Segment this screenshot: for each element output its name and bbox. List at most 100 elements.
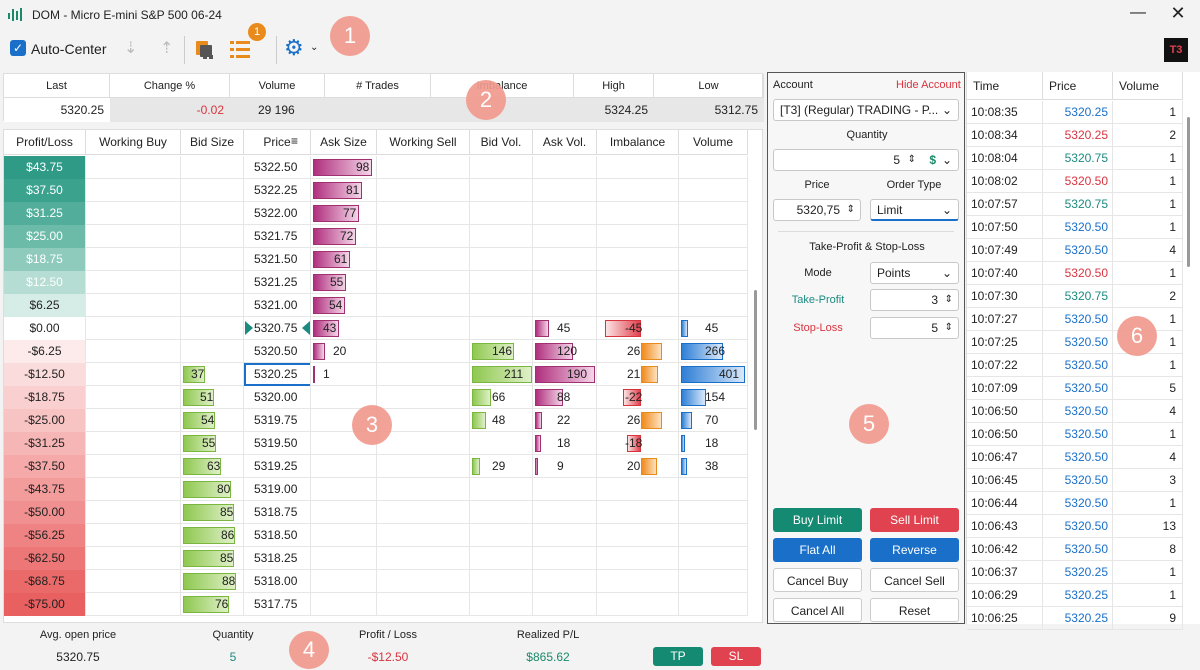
bid-size-cell[interactable]: 63 [181, 455, 244, 478]
ts-scrollbar[interactable] [1187, 117, 1190, 267]
bid-size-cell[interactable]: 85 [181, 547, 244, 570]
chevron-down-icon[interactable]: ⌄ [942, 150, 952, 170]
working-buy-cell[interactable] [86, 501, 181, 524]
chevron-down-icon[interactable]: ⌄ [310, 42, 318, 53]
ask-size-cell[interactable]: 54 [311, 294, 377, 317]
price-cell[interactable]: 5320.75 [244, 317, 311, 340]
working-sell-cell[interactable] [377, 455, 470, 478]
column-header[interactable]: Working Buy [86, 130, 181, 155]
working-buy-cell[interactable] [86, 225, 181, 248]
filter-icon[interactable]: ≡ [291, 134, 298, 148]
working-buy-cell[interactable] [86, 156, 181, 179]
ask-size-cell[interactable] [311, 570, 377, 593]
cancel-sell-button[interactable]: Cancel Sell [870, 568, 959, 592]
reset-button[interactable]: Reset [870, 598, 959, 622]
bid-size-cell[interactable]: 54 [181, 409, 244, 432]
working-sell-cell[interactable] [377, 363, 470, 386]
working-sell-cell[interactable] [377, 248, 470, 271]
working-sell-cell[interactable] [377, 432, 470, 455]
bid-size-cell[interactable]: 88 [181, 570, 244, 593]
working-buy-cell[interactable] [86, 248, 181, 271]
working-buy-cell[interactable] [86, 294, 181, 317]
bid-size-cell[interactable] [181, 317, 244, 340]
bid-size-cell[interactable] [181, 179, 244, 202]
quantity-input[interactable]: 5 ⇕ $ ⌄ [773, 149, 959, 171]
bid-size-cell[interactable]: 85 [181, 501, 244, 524]
price-cell[interactable]: 5320.25 [244, 363, 311, 386]
bid-size-cell[interactable]: 86 [181, 524, 244, 547]
price-cell[interactable]: 5321.25 [244, 271, 311, 294]
column-header[interactable]: Bid Vol. [470, 130, 533, 155]
ts-column-header[interactable]: Volume [1113, 72, 1183, 100]
working-sell-cell[interactable] [377, 156, 470, 179]
stepper-icon[interactable]: ⇕ [945, 290, 953, 310]
working-buy-cell[interactable] [86, 317, 181, 340]
ask-size-cell[interactable] [311, 593, 377, 616]
bid-size-cell[interactable]: 37 [181, 363, 244, 386]
working-sell-cell[interactable] [377, 202, 470, 225]
working-buy-cell[interactable] [86, 409, 181, 432]
working-sell-cell[interactable] [377, 478, 470, 501]
bid-size-cell[interactable] [181, 294, 244, 317]
reverse-button[interactable]: Reverse [870, 538, 959, 562]
bid-size-cell[interactable] [181, 248, 244, 271]
column-header[interactable]: Ask Size [311, 130, 377, 155]
price-cell[interactable]: 5320.00 [244, 386, 311, 409]
ask-size-cell[interactable]: 55 [311, 271, 377, 294]
ask-size-cell[interactable]: 77 [311, 202, 377, 225]
working-sell-cell[interactable] [377, 501, 470, 524]
ask-size-cell[interactable] [311, 524, 377, 547]
price-cell[interactable]: 5322.00 [244, 202, 311, 225]
working-buy-cell[interactable] [86, 570, 181, 593]
price-cell[interactable]: 5319.25 [244, 455, 311, 478]
working-buy-cell[interactable] [86, 179, 181, 202]
price-cell[interactable]: 5322.25 [244, 179, 311, 202]
bid-size-cell[interactable]: 55 [181, 432, 244, 455]
buy-limit-button[interactable]: Buy Limit [773, 508, 862, 532]
ask-size-cell[interactable]: 20 [311, 340, 377, 363]
ts-column-header[interactable]: Time [967, 72, 1043, 100]
order-type-select[interactable]: Limit ⌄ [870, 199, 959, 221]
column-header[interactable]: Volume [679, 130, 748, 155]
column-header[interactable]: Imbalance [597, 130, 679, 155]
working-sell-cell[interactable] [377, 271, 470, 294]
working-sell-cell[interactable] [377, 225, 470, 248]
price-cell[interactable]: 5317.75 [244, 593, 311, 616]
dom-scrollbar[interactable] [754, 290, 757, 430]
working-sell-cell[interactable] [377, 340, 470, 363]
ask-size-cell[interactable] [311, 547, 377, 570]
bid-size-cell[interactable] [181, 156, 244, 179]
stepper-icon[interactable]: ⇕ [945, 318, 953, 338]
working-buy-cell[interactable] [86, 271, 181, 294]
scroll-up-icon[interactable]: ⇡ [160, 38, 173, 58]
bid-size-cell[interactable] [181, 340, 244, 363]
gear-icon[interactable]: ⚙ [284, 35, 304, 61]
bid-size-cell[interactable] [181, 271, 244, 294]
minimize-button[interactable]: — [1128, 4, 1148, 22]
price-cell[interactable]: 5319.50 [244, 432, 311, 455]
ask-size-cell[interactable] [311, 478, 377, 501]
working-sell-cell[interactable] [377, 547, 470, 570]
working-sell-cell[interactable] [377, 524, 470, 547]
bid-size-cell[interactable]: 76 [181, 593, 244, 616]
cancel-buy-button[interactable]: Cancel Buy [773, 568, 862, 592]
ask-size-cell[interactable]: 61 [311, 248, 377, 271]
sl-button[interactable]: SL [711, 647, 761, 666]
working-buy-cell[interactable] [86, 593, 181, 616]
tp-button[interactable]: TP [653, 647, 703, 666]
stop-loss-input[interactable]: 5 ⇕ [870, 317, 959, 339]
hide-account-link[interactable]: Hide Account [896, 79, 961, 91]
stepper-icon[interactable]: ⇕ [847, 200, 855, 220]
price-input[interactable]: 5320,75 ⇕ [773, 199, 861, 221]
bid-size-cell[interactable] [181, 225, 244, 248]
ask-size-cell[interactable]: 43 [311, 317, 377, 340]
sell-limit-button[interactable]: Sell Limit [870, 508, 959, 532]
column-header[interactable]: Bid Size [181, 130, 244, 155]
stepper-icon[interactable]: ⇕ [908, 150, 916, 170]
working-buy-cell[interactable] [86, 524, 181, 547]
price-cell[interactable]: 5321.50 [244, 248, 311, 271]
working-buy-cell[interactable] [86, 547, 181, 570]
scroll-down-icon[interactable]: ⇣ [124, 38, 137, 58]
price-cell[interactable]: 5318.50 [244, 524, 311, 547]
ask-size-cell[interactable]: 72 [311, 225, 377, 248]
